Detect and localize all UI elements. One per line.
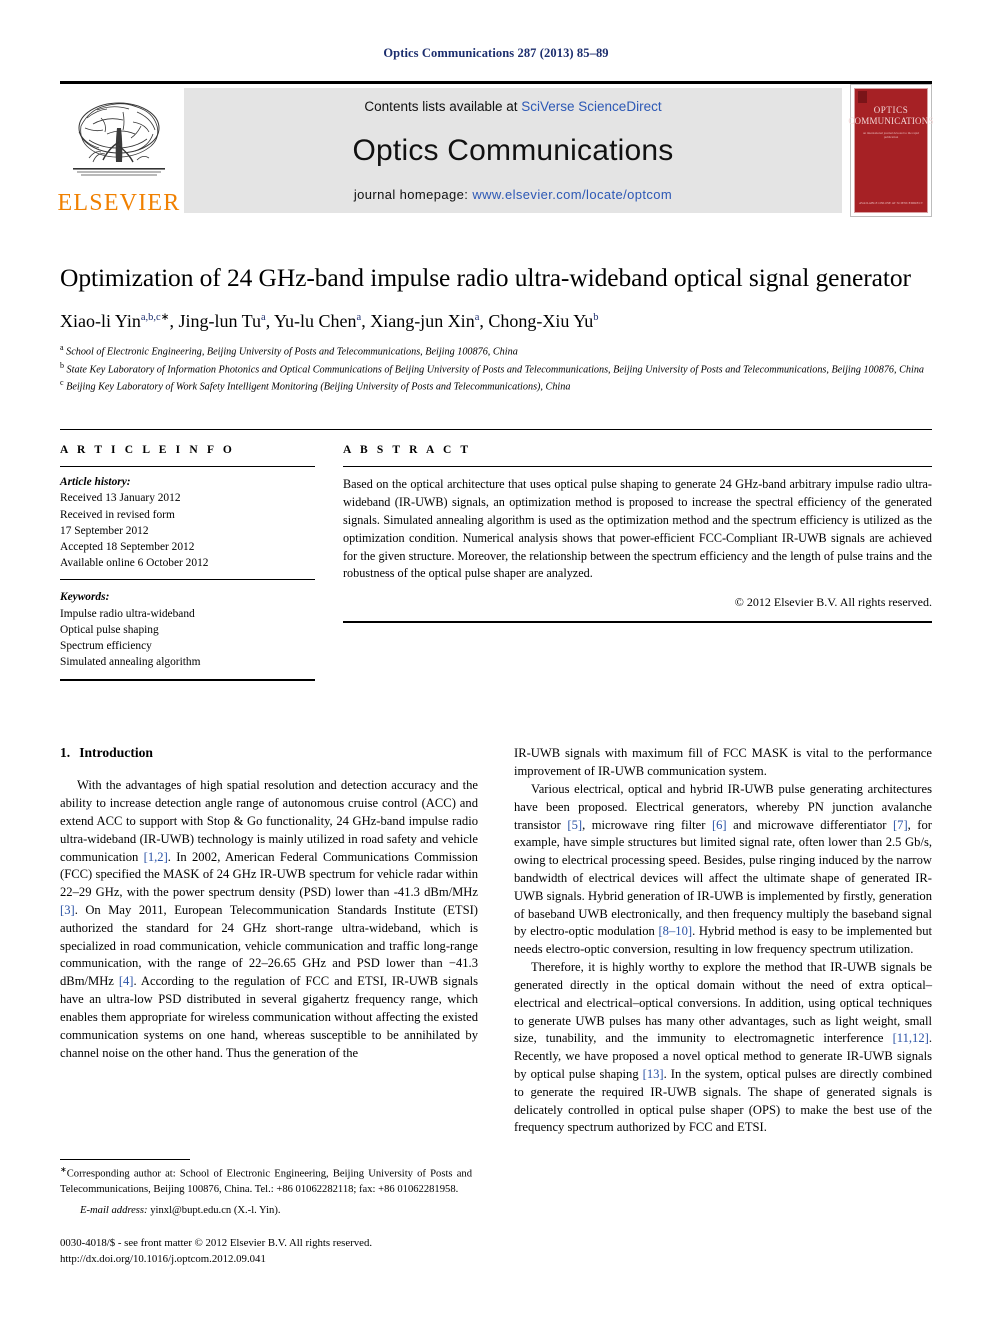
body-columns: 1. Introduction With the advantages of hi…: [60, 745, 932, 1137]
sciencedirect-link[interactable]: SciVerse ScienceDirect: [521, 99, 661, 114]
footnote-rule: [60, 1159, 190, 1161]
affiliation-text: School of Electronic Engineering, Beijin…: [63, 346, 518, 358]
doi-link[interactable]: http://dx.doi.org/10.1016/j.optcom.2012.…: [60, 1252, 472, 1267]
keyword-item: Spectrum efficiency: [60, 639, 152, 652]
email-address[interactable]: yinxl@bupt.edu.cn (X.-l. Yin).: [150, 1205, 280, 1216]
abstract-bottom-rule: [343, 621, 932, 624]
cover-title-line1: OPTICS: [873, 105, 909, 115]
citation-link[interactable]: [1,2]: [144, 850, 168, 864]
author-name: Chong-Xiu Yu: [488, 311, 594, 332]
email-note: E-mail address: yinxl@bupt.edu.cn (X.-l.…: [60, 1204, 472, 1219]
cover-title-line2: COMMUNICATIONS: [848, 116, 934, 127]
body-paragraph: IR-UWB signals with maximum fill of FCC …: [514, 746, 932, 779]
body-paragraph: With the advantages of high spatial reso…: [60, 778, 478, 1060]
corresponding-author-star-icon: ∗: [160, 312, 170, 324]
author-affiliation-marks: a: [261, 312, 266, 324]
article-history-line: 17 September 2012: [60, 524, 149, 537]
citation-link[interactable]: [6]: [712, 818, 727, 832]
affiliation-item: a School of Electronic Engineering, Beij…: [60, 342, 932, 360]
section-number: 1.: [60, 745, 71, 761]
author-name: Jing-lun Tu: [178, 311, 262, 332]
article-history-group: Article history: Received 13 January 201…: [60, 467, 315, 581]
article-info-heading: A R T I C L E I N F O: [60, 444, 235, 457]
cover-footer: AVAILABLE ONLINE AT SCIENCEDIRECT: [859, 200, 923, 205]
section-title-text: Introduction: [79, 745, 153, 761]
citation-link[interactable]: [11,12]: [893, 1031, 929, 1045]
citation-link[interactable]: [5]: [567, 818, 582, 832]
affiliation-list: a School of Electronic Engineering, Beij…: [60, 342, 932, 396]
author-affiliation-marks: b: [593, 312, 599, 324]
author-affiliation-marks: a,b,c: [140, 312, 161, 324]
info-abstract-region: A R T I C L E I N F O Article history: R…: [60, 429, 932, 682]
keyword-item: Simulated annealing algorithm: [60, 656, 201, 669]
journal-cover-thumbnail: OPTICS COMMUNICATIONS an international j…: [848, 84, 934, 217]
abstract-heading: A B S T R A C T: [343, 444, 472, 457]
citation-link[interactable]: [3]: [60, 903, 75, 917]
journal-title: Optics Communications: [352, 133, 674, 167]
keyword-item: Optical pulse shaping: [60, 623, 159, 636]
journal-homepage-line: journal homepage: www.elsevier.com/locat…: [354, 187, 672, 202]
article-history-lines: Received 13 January 2012 Received in revi…: [60, 490, 315, 571]
citation-link[interactable]: [13]: [643, 1067, 664, 1081]
abstract-copyright: © 2012 Elsevier B.V. All rights reserved…: [734, 595, 932, 610]
affiliation-item: b State Key Laboratory of Information Ph…: [60, 360, 932, 378]
contents-list-line: Contents lists available at SciVerse Sci…: [364, 99, 661, 114]
title-block: Optimization of 24 GHz-band impulse radi…: [60, 261, 932, 395]
citation-link[interactable]: [7]: [893, 818, 908, 832]
article-history-line: Accepted 18 September 2012: [60, 541, 195, 554]
body-paragraph: Therefore, it is highly worthy to explor…: [514, 960, 932, 1135]
issn-line: 0030-4018/$ - see front matter © 2012 El…: [60, 1237, 373, 1250]
affiliation-text: Beijing Key Laboratory of Work Safety In…: [63, 381, 571, 393]
author-affiliation-marks: a: [474, 312, 480, 324]
article-history-label: Article history:: [60, 476, 131, 489]
abstract-text: Based on the optical architecture that u…: [343, 477, 932, 581]
affiliation-item: c Beijing Key Laboratory of Work Safety …: [60, 377, 932, 395]
cover-publisher-mark-icon: [858, 91, 867, 103]
author-name: Xiang-jun Xin: [370, 311, 475, 332]
article-history-line: Received in revised form: [60, 508, 175, 521]
elsevier-logo: ELSEVIER: [57, 84, 181, 217]
author-list: Xiao-li Yina,b,c∗, Jing-lun Tua, Yu-lu C…: [60, 311, 599, 332]
corresponding-author-text: Corresponding author at: School of Elect…: [60, 1168, 472, 1195]
keywords-group: Keywords: Impulse radio ultra-wideband Op…: [60, 580, 315, 679]
article-history-line: Received 13 January 2012: [60, 492, 181, 505]
running-head: Optics Communications 287 (2013) 85–89: [383, 46, 609, 60]
abstract-column: A B S T R A C T Based on the optical arc…: [343, 430, 932, 681]
author-name: Yu-lu Chen: [274, 311, 357, 332]
keywords-bottom-rule: [60, 679, 315, 682]
body-column-right: IR-UWB signals with maximum fill of FCC …: [514, 745, 932, 1137]
contents-prefix: Contents lists available at: [364, 99, 522, 114]
author-affiliation-marks: a: [356, 312, 362, 324]
keyword-item: Impulse radio ultra-wideband: [60, 607, 195, 620]
affiliation-text: State Key Laboratory of Information Phot…: [64, 363, 925, 375]
keywords-lines: Impulse radio ultra-wideband Optical puls…: [60, 606, 315, 671]
page-title: Optimization of 24 GHz-band impulse radi…: [60, 263, 911, 292]
body-paragraph: Various electrical, optical and hybrid I…: [514, 781, 932, 957]
body-column-left: 1. Introduction With the advantages of hi…: [60, 745, 478, 1137]
citation-link[interactable]: [4]: [119, 974, 134, 988]
issn-copyright-block: 0030-4018/$ - see front matter © 2012 El…: [60, 1236, 472, 1267]
journal-masthead: ELSEVIER Contents lists available at Sci…: [57, 81, 934, 217]
journal-homepage-link[interactable]: www.elsevier.com/locate/optcom: [472, 187, 672, 202]
article-history-line: Available online 6 October 2012: [60, 557, 209, 570]
footnote-star-icon: ∗: [60, 1165, 67, 1175]
journal-band: Contents lists available at SciVerse Sci…: [184, 88, 842, 213]
citation-link[interactable]: [8–10]: [658, 924, 692, 938]
homepage-prefix: journal homepage:: [353, 187, 473, 202]
elsevier-wordmark: ELSEVIER: [57, 190, 181, 216]
elsevier-tree-icon: [73, 102, 165, 176]
corresponding-author-note: ∗Corresponding author at: School of Elec…: [60, 1164, 472, 1197]
author-name: Xiao-li Yin: [60, 311, 141, 332]
footnote-area: ∗Corresponding author at: School of Elec…: [60, 1159, 472, 1267]
article-page: Optics Communications 287 (2013) 85–89 E…: [0, 0, 992, 1323]
cover-subtitle: an international journal devoted to the …: [863, 130, 919, 139]
article-info-column: A R T I C L E I N F O Article history: R…: [60, 430, 315, 682]
section-heading-introduction: 1. Introduction: [60, 745, 478, 761]
keywords-label: Keywords:: [60, 591, 110, 604]
email-label: E-mail address:: [80, 1204, 148, 1216]
